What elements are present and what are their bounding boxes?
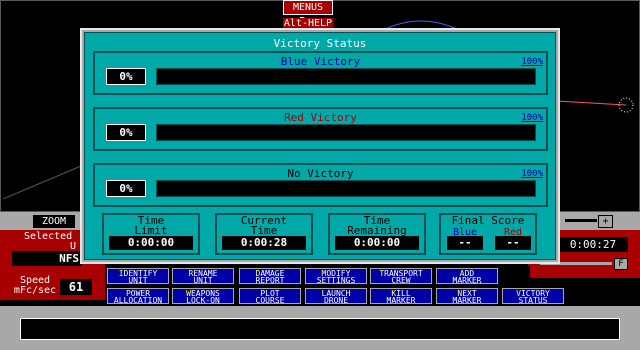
speed-label: Speed mFc/sec [13, 275, 57, 296]
selected-unit-name: NFS [12, 251, 82, 266]
zoom-in-button[interactable]: + [598, 215, 613, 228]
no-victory-panel: No Victory 100% 0% [93, 163, 548, 207]
cmd-next-marker-button[interactable]: NEXT MARKER [436, 288, 498, 305]
cmd-rename-unit-button[interactable]: RENAME UNIT [172, 268, 234, 285]
message-box [20, 318, 620, 340]
cmd-victory-status-button[interactable]: VICTORY STATUS [502, 288, 564, 305]
current-time-panel: Current Time 0:00:28 [215, 213, 313, 255]
time-remaining-panel: Time Remaining 0:00:00 [328, 213, 426, 255]
time-remaining-value: 0:00:00 [335, 236, 419, 250]
time-limit-value: 0:00:00 [109, 236, 193, 250]
blue-victory-value: 0% [106, 68, 146, 85]
final-score-red-value: -- [495, 236, 531, 250]
red-victory-label: Red Victory [284, 111, 357, 124]
fast-button[interactable]: F [614, 258, 628, 270]
command-label-line2: LOCK-ON [186, 296, 220, 305]
grid-line [2, 165, 82, 200]
command-label-line2: ALLOCATION [113, 296, 163, 305]
speed-value[interactable]: 61 [60, 279, 92, 295]
no-victory-bar [156, 180, 536, 197]
cmd-launch-drone-button[interactable]: LAUNCH DRONE [305, 288, 367, 305]
dialog-title: Victory Status [273, 37, 367, 50]
no-victory-max: 100% [521, 169, 543, 179]
blue-victory-bar [156, 68, 536, 85]
current-time-value: 0:00:28 [222, 236, 306, 250]
blue-victory-max: 100% [521, 57, 543, 67]
menus-button[interactable]: MENUS Esc [283, 0, 333, 27]
current-time-label: Current Time [240, 214, 288, 237]
no-victory-value: 0% [106, 180, 146, 197]
command-label-line2: STATUS [518, 296, 548, 305]
blue-victory-panel: Blue Victory 100% 0% [93, 51, 548, 95]
command-label-line2: COURSE [255, 296, 285, 305]
cmd-damage-report-button[interactable]: DAMAGE REPORT [239, 268, 301, 285]
cmd-add-marker-button[interactable]: ADD MARKER [436, 268, 498, 285]
cmd-weapons-lock-on-button[interactable]: WEAPONS LOCK-ON [172, 288, 234, 305]
final-score-panel: Final Score Blue Red -- -- [439, 213, 537, 255]
command-label-line2: SETTINGS [316, 276, 356, 285]
red-victory-panel: Red Victory 100% 0% [93, 107, 548, 151]
command-label-line2: DRONE [323, 296, 349, 305]
time-limit-label: Time Limit [134, 214, 168, 237]
command-label-line2: MARKER [386, 296, 416, 305]
red-victory-max: 100% [521, 113, 543, 123]
command-label-line2: MARKER [452, 276, 482, 285]
final-score-blue-value: -- [447, 236, 483, 250]
time-remaining-label: Time Remaining [347, 214, 407, 237]
cmd-power-allocation-button[interactable]: POWER ALLOCATION [107, 288, 169, 305]
command-label-line2: UNIT [128, 276, 148, 285]
cmd-plot-course-button[interactable]: PLOT COURSE [239, 288, 301, 305]
command-label-line2: UNIT [193, 276, 213, 285]
final-score-label: Final Score [451, 214, 525, 227]
cmd-identify-unit-button[interactable]: IDENTIFY UNIT [107, 268, 169, 285]
time-limit-panel: Time Limit 0:00:00 [102, 213, 200, 255]
cmd-modify-settings-button[interactable]: MODIFY SETTINGS [305, 268, 367, 285]
command-label-line2: CREW [391, 276, 411, 285]
red-victory-value: 0% [106, 124, 146, 141]
game-time: 0:00:27 [558, 237, 628, 252]
red-victory-bar [156, 124, 536, 141]
blue-victory-label: Blue Victory [280, 55, 361, 68]
heading-line [555, 100, 627, 106]
cmd-transport-crew-button[interactable]: TRANSPORT CREW [370, 268, 432, 285]
zoom-slider[interactable] [565, 219, 597, 222]
command-label-line2: MARKER [452, 296, 482, 305]
cmd-kill-marker-button[interactable]: KILL MARKER [370, 288, 432, 305]
no-victory-label: No Victory [287, 167, 354, 180]
command-label-line2: REPORT [255, 276, 285, 285]
zoom-button[interactable]: ZOOM [33, 215, 75, 228]
